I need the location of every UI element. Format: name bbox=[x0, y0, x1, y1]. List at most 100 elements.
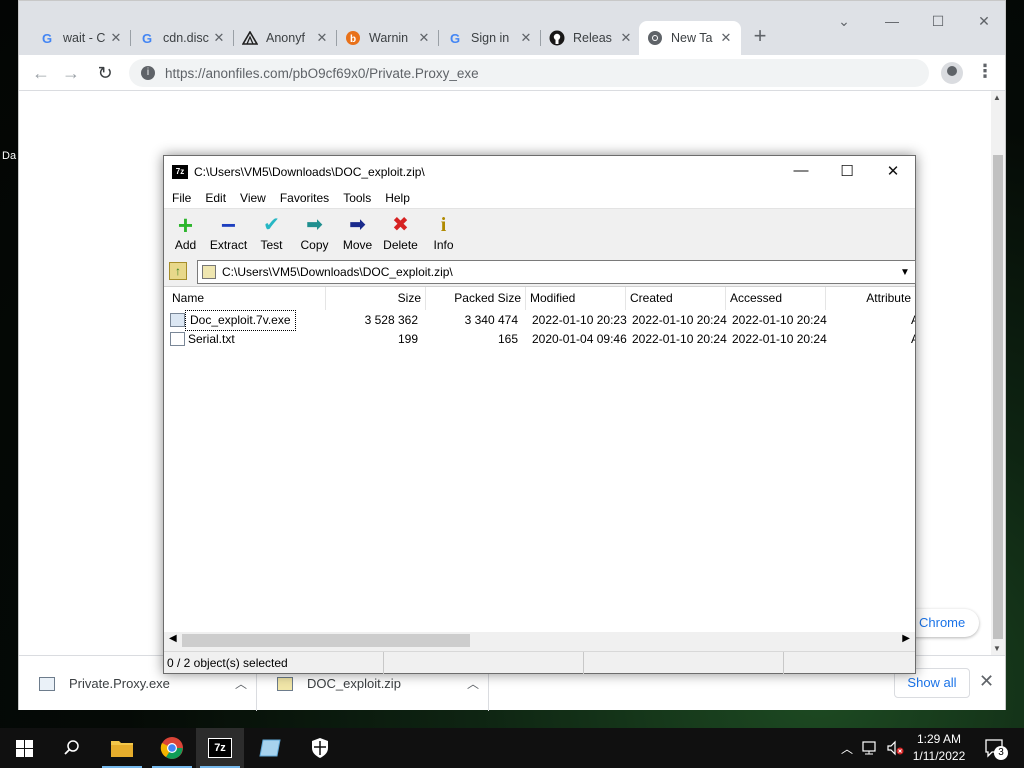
move-button[interactable]: ➡ Move bbox=[336, 213, 379, 252]
notifications-button[interactable]: 3 bbox=[980, 728, 1010, 768]
tab[interactable]: G wait - C ✕ bbox=[31, 21, 131, 55]
chrome-taskbar-button[interactable] bbox=[148, 728, 196, 768]
download-name: Private.Proxy.exe bbox=[69, 676, 170, 691]
horizontal-scrollbar[interactable]: ◀ ▶ bbox=[164, 632, 915, 649]
table-row[interactable]: Doc_exploit.7v.exe 3 528 362 3 340 474 2… bbox=[164, 310, 915, 331]
checkmark-icon: ✔ bbox=[263, 214, 280, 236]
notification-count-badge: 3 bbox=[994, 746, 1008, 760]
clock[interactable]: 1:29 AM 1/11/2022 bbox=[906, 731, 972, 765]
minimize-button[interactable]: — bbox=[781, 162, 821, 179]
tab-search-icon[interactable]: ⌄ bbox=[829, 13, 859, 30]
shield-icon bbox=[312, 738, 328, 758]
add-button[interactable]: + Add bbox=[164, 212, 207, 252]
network-icon[interactable] bbox=[860, 728, 882, 768]
list-header: Name Size Packed Size Modified Created A… bbox=[164, 287, 915, 310]
tab-title: Warnin bbox=[369, 31, 409, 45]
chevron-up-icon[interactable]: ︿ bbox=[226, 675, 256, 692]
close-icon[interactable]: ✕ bbox=[619, 30, 633, 46]
tool-label: Add bbox=[174, 238, 197, 252]
menu-edit[interactable]: Edit bbox=[205, 191, 226, 205]
menu-view[interactable]: View bbox=[240, 191, 266, 205]
forward-button[interactable]: → bbox=[59, 61, 83, 85]
info-button[interactable]: i Info bbox=[422, 213, 465, 252]
tab[interactable]: b Warnin ✕ bbox=[337, 21, 439, 55]
menu-help[interactable]: Help bbox=[385, 191, 410, 205]
folder-up-icon[interactable]: ↑ bbox=[169, 262, 187, 280]
file-created: 2022-01-10 20:24 bbox=[632, 332, 727, 346]
google-icon: G bbox=[141, 30, 153, 46]
path-combobox[interactable]: C:\Users\VM5\Downloads\DOC_exploit.zip\ … bbox=[197, 260, 916, 284]
vertical-scrollbar[interactable]: ▲ ▼ bbox=[991, 91, 1005, 655]
close-icon[interactable]: ✕ bbox=[109, 30, 123, 46]
address-bar[interactable]: i https://anonfiles.com/pbO9cf69x0/Priva… bbox=[129, 59, 929, 87]
tab[interactable]: Anonyf ✕ bbox=[234, 21, 337, 55]
maximize-button[interactable]: ☐ bbox=[923, 13, 953, 30]
close-icon[interactable]: ✕ bbox=[417, 30, 431, 46]
column-created[interactable]: Created bbox=[626, 287, 726, 310]
delete-button[interactable]: ✖ Delete bbox=[379, 213, 422, 252]
tab-active[interactable]: New Ta ✕ bbox=[639, 21, 741, 55]
scroll-up-icon[interactable]: ▲ bbox=[993, 93, 1001, 102]
close-icon[interactable]: ✕ bbox=[315, 30, 329, 46]
chevron-up-icon[interactable]: ︿ bbox=[838, 728, 856, 768]
status-bar: 0 / 2 object(s) selected bbox=[164, 651, 915, 674]
site-info-icon[interactable]: i bbox=[141, 66, 155, 80]
start-button[interactable] bbox=[0, 728, 48, 768]
desktop-icon-label[interactable]: Da bbox=[2, 150, 16, 162]
menu-tools[interactable]: Tools bbox=[343, 191, 371, 205]
close-window-button[interactable]: ✕ bbox=[969, 13, 999, 30]
sevenzip-taskbar-button[interactable]: 7z bbox=[196, 728, 244, 768]
file-created: 2022-01-10 20:24 bbox=[632, 313, 727, 327]
google-icon: G bbox=[449, 30, 461, 46]
menu-file[interactable]: File bbox=[172, 191, 191, 205]
column-modified[interactable]: Modified bbox=[526, 287, 626, 310]
security-taskbar-button[interactable] bbox=[296, 728, 344, 768]
info-icon: i bbox=[440, 214, 447, 236]
extract-button[interactable]: − Extract bbox=[207, 212, 250, 252]
maximize-button[interactable]: ☐ bbox=[827, 162, 867, 180]
test-button[interactable]: ✔ Test bbox=[250, 213, 293, 252]
new-tab-button[interactable]: + bbox=[749, 25, 771, 47]
sevenzip-app-icon: 7z bbox=[172, 164, 188, 179]
scrollbar-thumb[interactable] bbox=[182, 634, 470, 647]
chevron-up-icon[interactable]: ︿ bbox=[458, 675, 488, 692]
tab-title: New Ta bbox=[671, 31, 713, 45]
search-button[interactable] bbox=[48, 728, 96, 768]
tool-label: Extract bbox=[209, 238, 248, 252]
menu-icon[interactable]: ⋮ bbox=[975, 61, 995, 85]
column-size[interactable]: Size bbox=[326, 287, 426, 310]
chevron-down-icon[interactable]: ▼ bbox=[895, 267, 915, 278]
file-size: 3 528 362 bbox=[364, 313, 418, 327]
close-icon[interactable]: ✕ bbox=[979, 671, 994, 692]
title-bar: 7z C:\Users\VM5\Downloads\DOC_exploit.zi… bbox=[164, 156, 915, 187]
scroll-left-icon[interactable]: ◀ bbox=[169, 633, 177, 644]
close-icon[interactable]: ✕ bbox=[519, 30, 533, 46]
scroll-down-icon[interactable]: ▼ bbox=[993, 644, 1001, 653]
tab[interactable]: G Sign in ✕ bbox=[439, 21, 541, 55]
scroll-right-icon[interactable]: ▶ bbox=[902, 633, 910, 644]
file-modified: 2020-01-04 09:46 bbox=[532, 332, 627, 346]
tab[interactable]: Releas ✕ bbox=[541, 21, 641, 55]
menu-favorites[interactable]: Favorites bbox=[280, 191, 329, 205]
tab[interactable]: G cdn.disc ✕ bbox=[131, 21, 234, 55]
file-explorer-button[interactable] bbox=[98, 728, 146, 768]
volume-muted-icon[interactable] bbox=[884, 728, 906, 768]
column-attributes[interactable]: Attribute bbox=[826, 287, 915, 310]
close-window-button[interactable]: ✕ bbox=[873, 162, 913, 180]
column-packed-size[interactable]: Packed Size bbox=[426, 287, 526, 310]
app-taskbar-button[interactable] bbox=[246, 728, 294, 768]
sevenzip-app-icon: 7z bbox=[208, 738, 232, 758]
profile-icon[interactable] bbox=[941, 62, 963, 84]
column-name[interactable]: Name bbox=[168, 287, 326, 310]
back-button[interactable]: ← bbox=[29, 61, 53, 85]
scrollbar-thumb[interactable] bbox=[993, 155, 1003, 639]
column-accessed[interactable]: Accessed bbox=[726, 287, 826, 310]
table-row[interactable]: Serial.txt 199 165 2020-01-04 09:46 2022… bbox=[164, 330, 915, 349]
minimize-button[interactable]: — bbox=[877, 13, 907, 29]
copy-button[interactable]: ➡ Copy bbox=[293, 213, 336, 252]
file-attributes: A bbox=[907, 311, 915, 330]
close-icon[interactable]: ✕ bbox=[719, 30, 733, 46]
close-icon[interactable]: ✕ bbox=[212, 30, 226, 46]
reload-button[interactable]: ↻ bbox=[93, 61, 117, 85]
file-modified: 2022-01-10 20:23 bbox=[532, 313, 627, 327]
